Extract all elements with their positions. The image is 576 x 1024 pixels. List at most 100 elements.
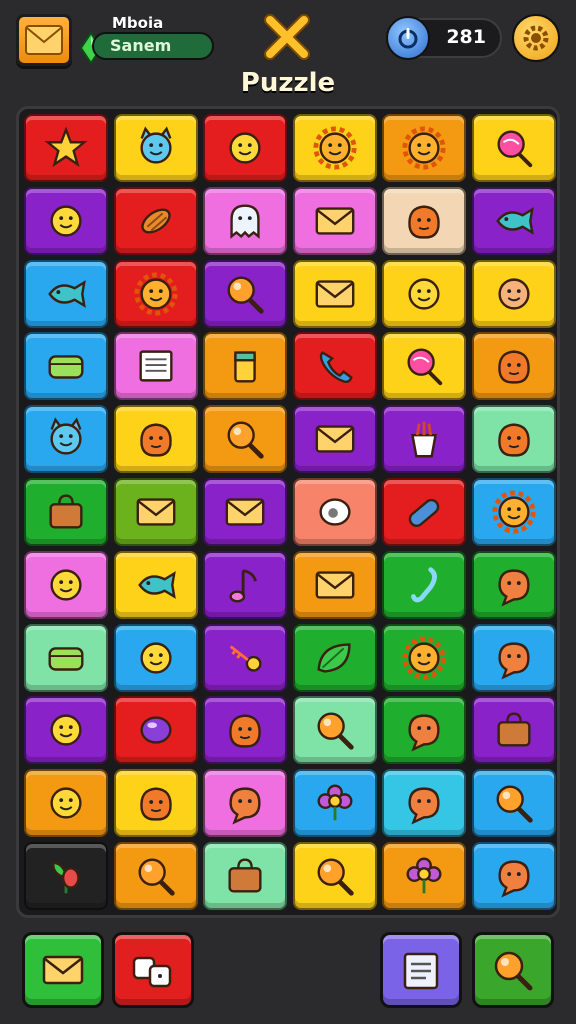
- board-tile[interactable]: [203, 696, 287, 765]
- plant-icon: [52, 861, 80, 894]
- board-tile[interactable]: [382, 769, 466, 838]
- board-tile[interactable]: [382, 478, 466, 546]
- gem-icon: [139, 716, 172, 745]
- board-tile[interactable]: [292, 550, 377, 619]
- jar-icon: [234, 351, 256, 383]
- board-tile[interactable]: [113, 405, 198, 474]
- board-tile[interactable]: [292, 478, 377, 546]
- lollipop-icon: [496, 130, 532, 168]
- board-tile[interactable]: [471, 696, 556, 765]
- board-tile[interactable]: [24, 259, 108, 328]
- board-tile[interactable]: [382, 114, 466, 182]
- popcorn-icon: [411, 421, 437, 458]
- board-tile[interactable]: [113, 114, 198, 182]
- key-icon: [229, 644, 262, 672]
- board-tile[interactable]: [382, 405, 466, 474]
- board-tile[interactable]: [113, 478, 198, 546]
- fish-icon: [137, 570, 176, 599]
- board-tile[interactable]: [471, 550, 556, 619]
- board-tile[interactable]: [471, 478, 556, 546]
- leaf-icon: [316, 642, 351, 673]
- box-icon: [48, 646, 84, 671]
- dice-icon: [132, 956, 172, 988]
- board-tile[interactable]: [203, 186, 287, 255]
- cat-face-icon: [50, 417, 82, 455]
- board-tile[interactable]: [203, 332, 287, 401]
- speech-face-icon: [497, 860, 530, 898]
- envelope-icon: [315, 207, 354, 235]
- top-bar: Mboia Sanem 281 Puzzle: [0, 0, 576, 110]
- search-button[interactable]: [472, 932, 554, 1008]
- board-tile[interactable]: [203, 842, 287, 910]
- board-tile[interactable]: [24, 478, 108, 546]
- board-tile[interactable]: [471, 405, 556, 474]
- close-icon[interactable]: [262, 12, 312, 62]
- board-tile[interactable]: [382, 842, 466, 910]
- smiley-icon: [50, 787, 82, 819]
- board-tile[interactable]: [382, 696, 466, 765]
- board-tile[interactable]: [471, 623, 556, 692]
- sun-face-icon: [491, 490, 536, 534]
- board-tile[interactable]: [292, 259, 377, 328]
- star-icon: [44, 126, 88, 168]
- page-title: Puzzle: [240, 68, 336, 98]
- board-tile[interactable]: [24, 405, 108, 474]
- settings-button[interactable]: [512, 14, 560, 62]
- board-tile[interactable]: [292, 405, 377, 474]
- board-tile[interactable]: [203, 550, 287, 619]
- board-tile[interactable]: [471, 842, 556, 910]
- board-tile[interactable]: [471, 259, 556, 328]
- mail-button[interactable]: [16, 14, 72, 66]
- board-tile[interactable]: [203, 405, 287, 474]
- board-tile[interactable]: [24, 186, 108, 255]
- board-tile[interactable]: [382, 332, 466, 401]
- mail-button[interactable]: [22, 932, 104, 1008]
- board-tile[interactable]: [24, 550, 108, 619]
- board-tile[interactable]: [203, 623, 287, 692]
- board-tile[interactable]: [24, 114, 108, 182]
- board-tile[interactable]: [471, 186, 556, 255]
- board-tile[interactable]: [382, 550, 466, 619]
- board-tile[interactable]: [203, 259, 287, 328]
- board-tile[interactable]: [292, 332, 377, 401]
- person-face-icon: [497, 278, 530, 310]
- speech-face-icon: [408, 787, 440, 825]
- board-tile[interactable]: [113, 769, 198, 838]
- board-tile[interactable]: [113, 623, 198, 692]
- board-tile[interactable]: [382, 623, 466, 692]
- board-tile[interactable]: [471, 114, 556, 182]
- board-tile[interactable]: [292, 186, 377, 255]
- board-tile[interactable]: [113, 332, 198, 401]
- board-tile[interactable]: [382, 186, 466, 255]
- board-tile[interactable]: [471, 769, 556, 838]
- board-tile[interactable]: [292, 696, 377, 765]
- board-tile[interactable]: [292, 769, 377, 838]
- board-tile[interactable]: [203, 114, 287, 182]
- board-tile[interactable]: [203, 769, 287, 838]
- board-tile[interactable]: [382, 259, 466, 328]
- board-tile[interactable]: [292, 842, 377, 910]
- board-tile[interactable]: [113, 842, 198, 910]
- book-button[interactable]: [380, 932, 462, 1008]
- board-tile[interactable]: [24, 332, 108, 401]
- player-profile[interactable]: Mboia Sanem: [80, 12, 216, 64]
- speech-face-icon: [229, 787, 261, 825]
- board-tile[interactable]: [113, 186, 198, 255]
- board-tile[interactable]: [24, 696, 108, 765]
- board-tile[interactable]: [113, 259, 198, 328]
- board-tile[interactable]: [24, 842, 108, 910]
- hint-button[interactable]: [112, 932, 194, 1008]
- board-tile[interactable]: [292, 114, 377, 182]
- board-tile[interactable]: [113, 550, 198, 619]
- board-tile[interactable]: [113, 696, 198, 765]
- board-tile[interactable]: [24, 769, 108, 838]
- envelope-icon: [315, 571, 354, 599]
- envelope-icon: [136, 498, 175, 526]
- board-tile[interactable]: [292, 623, 377, 692]
- speech-face-icon: [497, 569, 530, 607]
- board-tile[interactable]: [203, 478, 287, 546]
- magnifier-icon: [496, 785, 533, 823]
- board-tile[interactable]: [24, 623, 108, 692]
- magnifier-icon: [138, 858, 175, 896]
- board-tile[interactable]: [471, 332, 556, 401]
